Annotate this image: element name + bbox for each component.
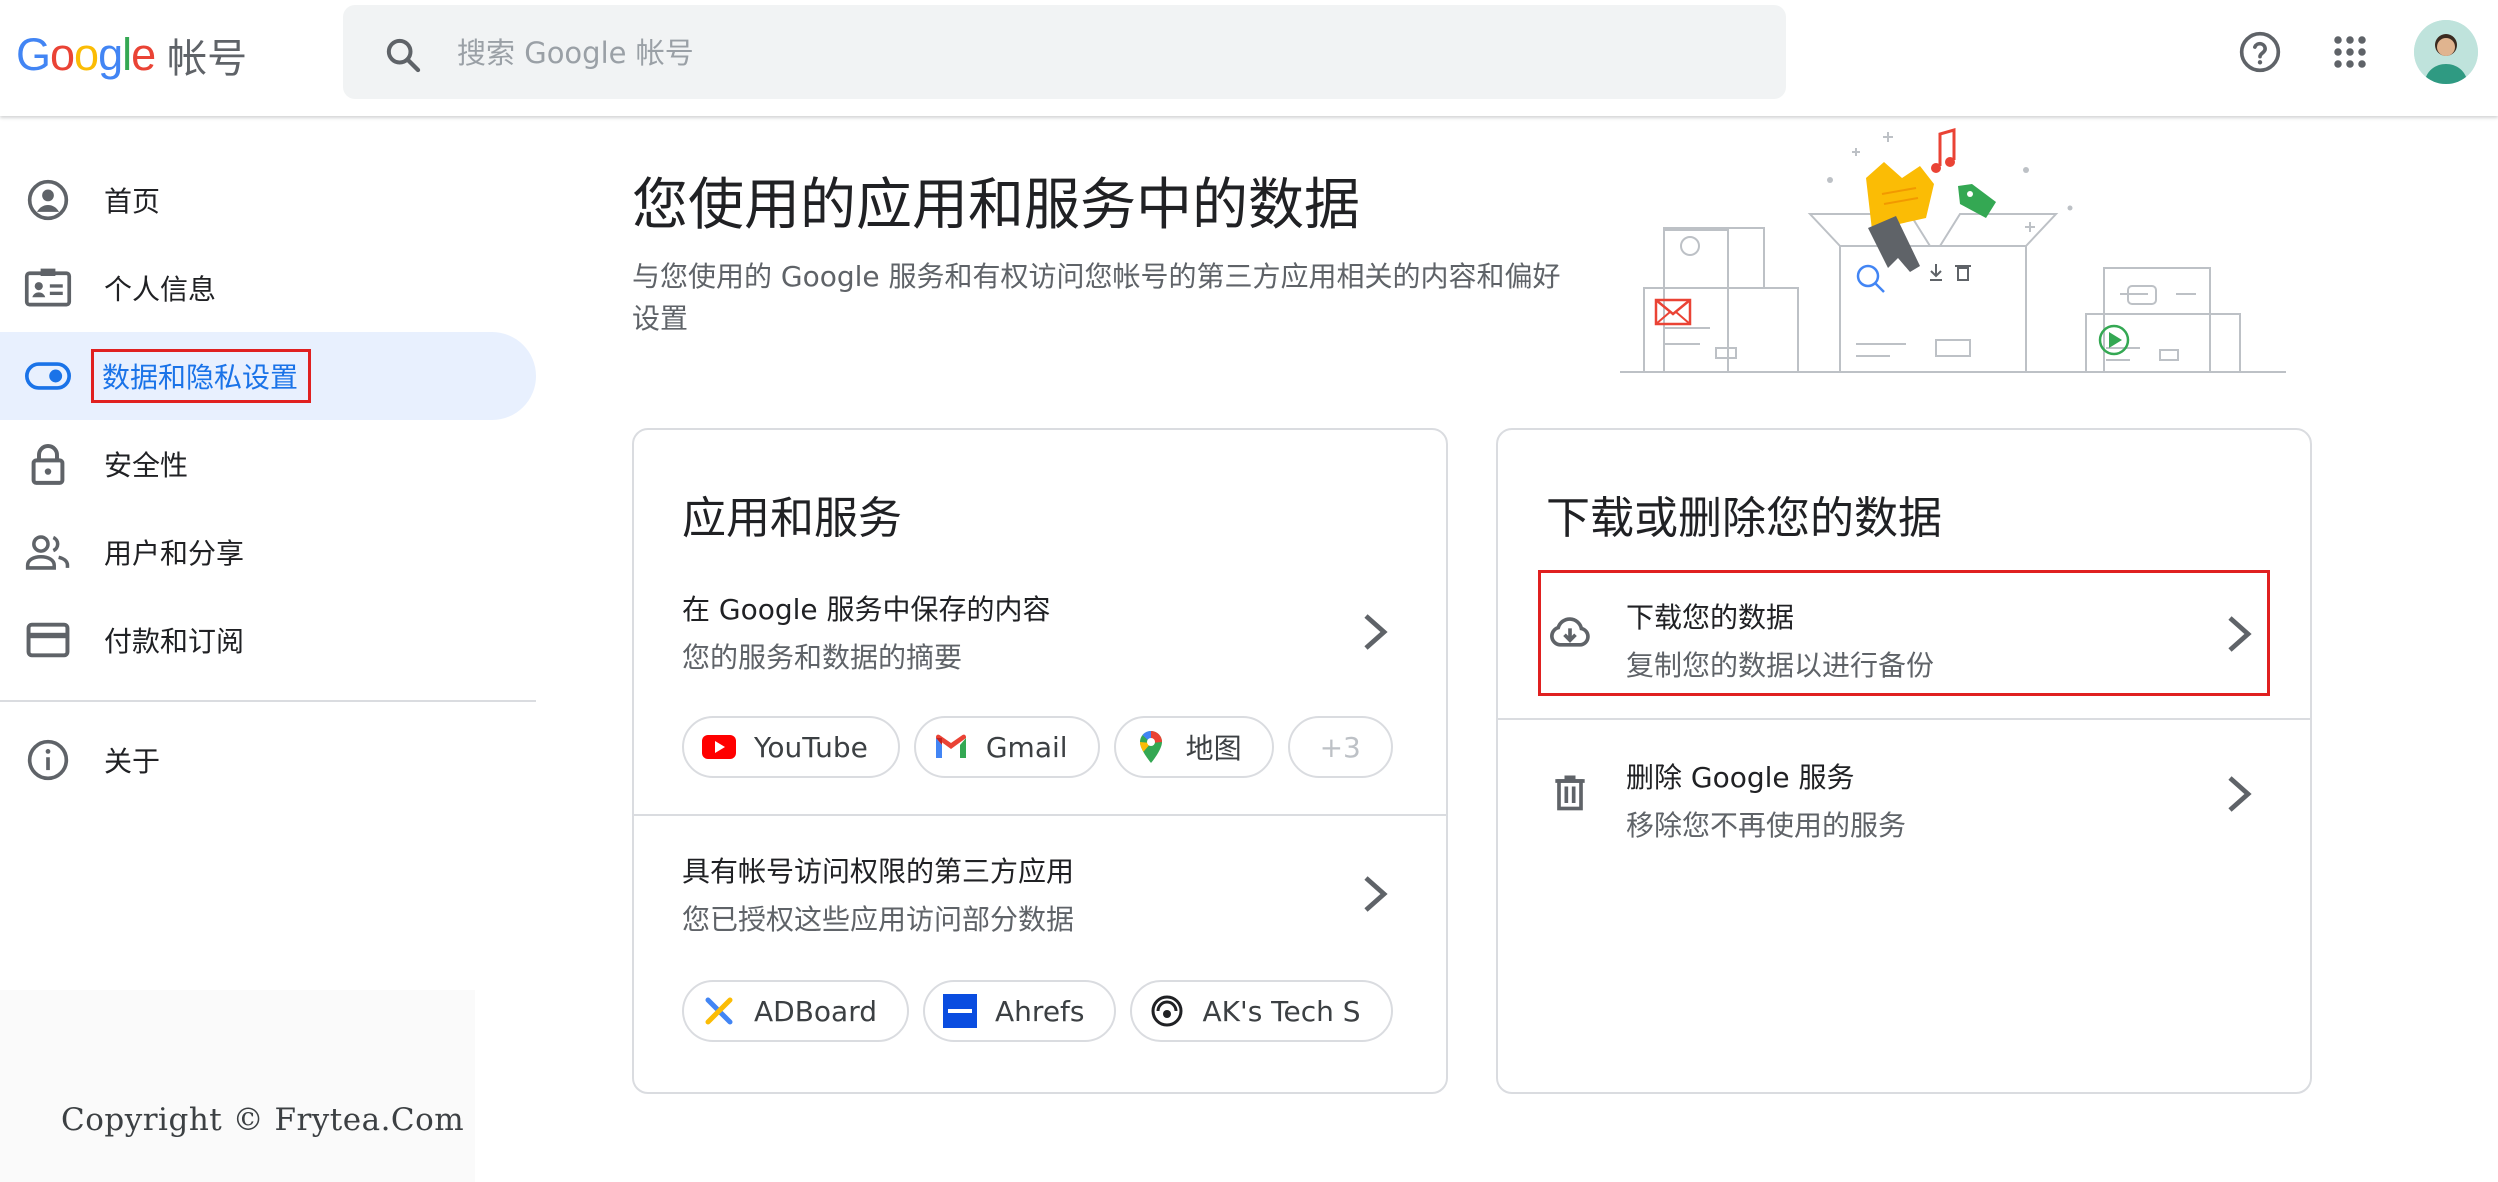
- row-title: 在 Google 服务中保存的内容: [682, 593, 1051, 626]
- cloud-download-icon: [1550, 617, 1590, 647]
- sidebar-item-label: 首页: [104, 185, 161, 218]
- sidebar-item-label: 个人信息: [104, 273, 217, 306]
- top-bar: Google 帐号: [0, 0, 2498, 116]
- row-subtitle: 移除您不再使用的服务: [1626, 809, 1907, 842]
- info-icon: [24, 738, 72, 782]
- chip-label: 地图: [1185, 732, 1242, 765]
- sidebar-item-security[interactable]: 安全性: [0, 420, 536, 508]
- download-delete-card: 下载或删除您的数据 下载您的数据 复制您的数据以进行备份 删除 Google 服…: [1496, 428, 2312, 1094]
- sidebar-item-label: 用户和分享: [104, 537, 245, 570]
- sidebar-item-home[interactable]: 首页: [0, 156, 536, 244]
- third-party-apps-row[interactable]: 具有帐号访问权限的第三方应用 您已授权这些应用访问部分数据: [634, 840, 1446, 950]
- sidebar-item-payments[interactable]: 付款和订阅: [0, 596, 536, 684]
- sidebar-item-personal-info[interactable]: 个人信息: [0, 244, 536, 332]
- chip-maps[interactable]: 地图: [1113, 716, 1274, 778]
- chip-gmail[interactable]: Gmail: [913, 716, 1100, 778]
- page-title: 您使用的应用和服务中的数据: [632, 173, 1360, 238]
- id-card-icon: [24, 266, 72, 310]
- copyright-text: Copyright © Frytea.Com: [61, 1102, 465, 1138]
- sidebar-item-label: 数据和隐私设置: [90, 349, 312, 403]
- chip-youtube[interactable]: YouTube: [682, 716, 900, 778]
- ahrefs-icon: [943, 994, 978, 1028]
- adboard-icon: [702, 994, 736, 1028]
- toggle-icon: [24, 354, 72, 398]
- apps-services-card: 应用和服务 在 Google 服务中保存的内容 您的服务和数据的摘要 YouTu…: [632, 428, 1448, 1094]
- row-title: 下载您的数据: [1626, 601, 1795, 634]
- home-person-icon: [24, 178, 72, 222]
- search-icon[interactable]: [383, 35, 423, 75]
- sidebar-item-label: 关于: [104, 745, 161, 778]
- lock-icon: [24, 442, 72, 486]
- trash-icon: [1555, 775, 1585, 811]
- sidebar-item-people-sharing[interactable]: 用户和分享: [0, 508, 536, 596]
- chip-ak-tech[interactable]: AK's Tech S: [1130, 980, 1393, 1042]
- delete-service-row[interactable]: 删除 Google 服务 移除您不再使用的服务: [1498, 730, 2310, 856]
- chip-label: YouTube: [754, 730, 868, 764]
- credit-card-icon: [24, 618, 72, 662]
- gmail-icon: [934, 730, 968, 764]
- ak-tech-icon: [1150, 994, 1184, 1028]
- row-subtitle: 您已授权这些应用访问部分数据: [682, 903, 1075, 936]
- chevron-right-icon: [1364, 614, 1388, 650]
- chip-label: AK's Tech S: [1202, 994, 1361, 1028]
- google-account-logo[interactable]: Google 帐号: [16, 24, 247, 86]
- maps-pin-icon: [1134, 730, 1168, 764]
- search-input[interactable]: [457, 25, 1737, 81]
- chevron-right-icon: [2228, 616, 2252, 652]
- sidebar-item-label: 安全性: [104, 449, 189, 482]
- sidebar-item-about[interactable]: 关于: [0, 716, 536, 804]
- chip-label: Ahrefs: [995, 994, 1085, 1028]
- row-subtitle: 复制您的数据以进行备份: [1626, 649, 1935, 682]
- search-bar[interactable]: [343, 5, 1786, 99]
- row-subtitle: 您的服务和数据的摘要: [682, 641, 963, 674]
- chevron-right-icon: [1364, 876, 1388, 912]
- row-title: 具有帐号访问权限的第三方应用: [682, 855, 1075, 888]
- chip-label: Gmail: [985, 730, 1068, 764]
- row-title: 删除 Google 服务: [1626, 761, 1855, 794]
- apps-grid-icon[interactable]: [2326, 28, 2374, 76]
- card-divider: [634, 814, 1446, 816]
- chip-label: ADBoard: [754, 994, 878, 1028]
- sidebar-item-data-privacy[interactable]: 数据和隐私设置: [0, 332, 536, 420]
- saved-content-row[interactable]: 在 Google 服务中保存的内容 您的服务和数据的摘要: [634, 578, 1446, 688]
- copyright-watermark: Copyright © Frytea.Com: [0, 990, 475, 1182]
- third-party-chips: ADBoard Ahrefs AK's Tech S: [682, 980, 1400, 1046]
- service-chips: YouTube Gmail 地图 +3: [682, 716, 1400, 782]
- sidebar-item-label: 付款和订阅: [104, 625, 245, 658]
- chip-ahrefs[interactable]: Ahrefs: [923, 980, 1117, 1042]
- help-icon[interactable]: [2236, 28, 2284, 76]
- data-boxes-illustration: [1620, 128, 2286, 373]
- google-wordmark: Google: [16, 29, 156, 80]
- card-divider: [1498, 718, 2310, 720]
- sidebar-divider: [0, 700, 536, 702]
- people-icon: [24, 530, 72, 574]
- youtube-icon: [702, 730, 736, 764]
- page-description: 与您使用的 Google 服务和有权访问您帐号的第三方应用相关的内容和偏好设置: [632, 260, 1561, 335]
- chevron-right-icon: [2228, 776, 2252, 812]
- card-title: 下载或删除您的数据: [1546, 493, 1942, 544]
- account-label: 帐号: [167, 36, 248, 82]
- chip-more[interactable]: +3: [1287, 716, 1393, 778]
- chip-adboard[interactable]: ADBoard: [682, 980, 910, 1042]
- card-title: 应用和服务: [682, 493, 902, 544]
- avatar[interactable]: [2414, 20, 2478, 84]
- download-data-row[interactable]: 下载您的数据 复制您的数据以进行备份: [1498, 570, 2310, 696]
